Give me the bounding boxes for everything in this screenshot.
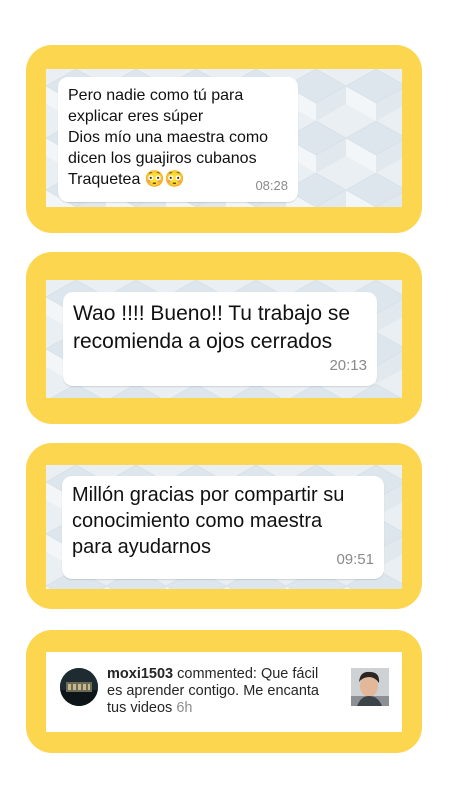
screenshot-card-3: Millón gracias por compartir su conocimi…	[26, 443, 422, 609]
screenshot-card-1: Pero nadie como tú para explicar eres sú…	[26, 45, 422, 233]
screenshot-card-2: Wao !!!! Bueno!! Tu trabajo se recomiend…	[26, 252, 422, 424]
screenshot-card-4: moxi1503 commented: Que fácil es aprende…	[26, 630, 422, 753]
message-time: 08:28	[255, 178, 288, 193]
comment-text: moxi1503 commented: Que fácil es aprende…	[107, 666, 347, 717]
message-bubble[interactable]: Wao !!!! Bueno!! Tu trabajo se recomiend…	[63, 292, 377, 386]
chat-background-1: Pero nadie como tú para explicar eres sú…	[46, 69, 402, 207]
message-bubble[interactable]: Millón gracias por compartir su conocimi…	[62, 476, 384, 579]
video-thumbnail[interactable]	[351, 668, 389, 706]
chat-background-3: Millón gracias por compartir su conocimi…	[46, 465, 402, 589]
avatar[interactable]	[60, 668, 98, 706]
message-bubble[interactable]: Pero nadie como tú para explicar eres sú…	[58, 77, 298, 202]
comment-notification[interactable]: moxi1503 commented: Que fácil es aprende…	[46, 652, 402, 732]
video-thumbnail-icon	[351, 668, 389, 706]
avatar-icon	[60, 668, 98, 706]
chat-background-2: Wao !!!! Bueno!! Tu trabajo se recomiend…	[46, 280, 402, 398]
message-text: Wao !!!! Bueno!! Tu trabajo se recomiend…	[73, 302, 351, 353]
message-time: 09:51	[336, 551, 374, 568]
comment-username[interactable]: moxi1503	[107, 666, 173, 682]
comment-age: 6h	[176, 700, 193, 716]
message-time: 20:13	[329, 357, 367, 374]
